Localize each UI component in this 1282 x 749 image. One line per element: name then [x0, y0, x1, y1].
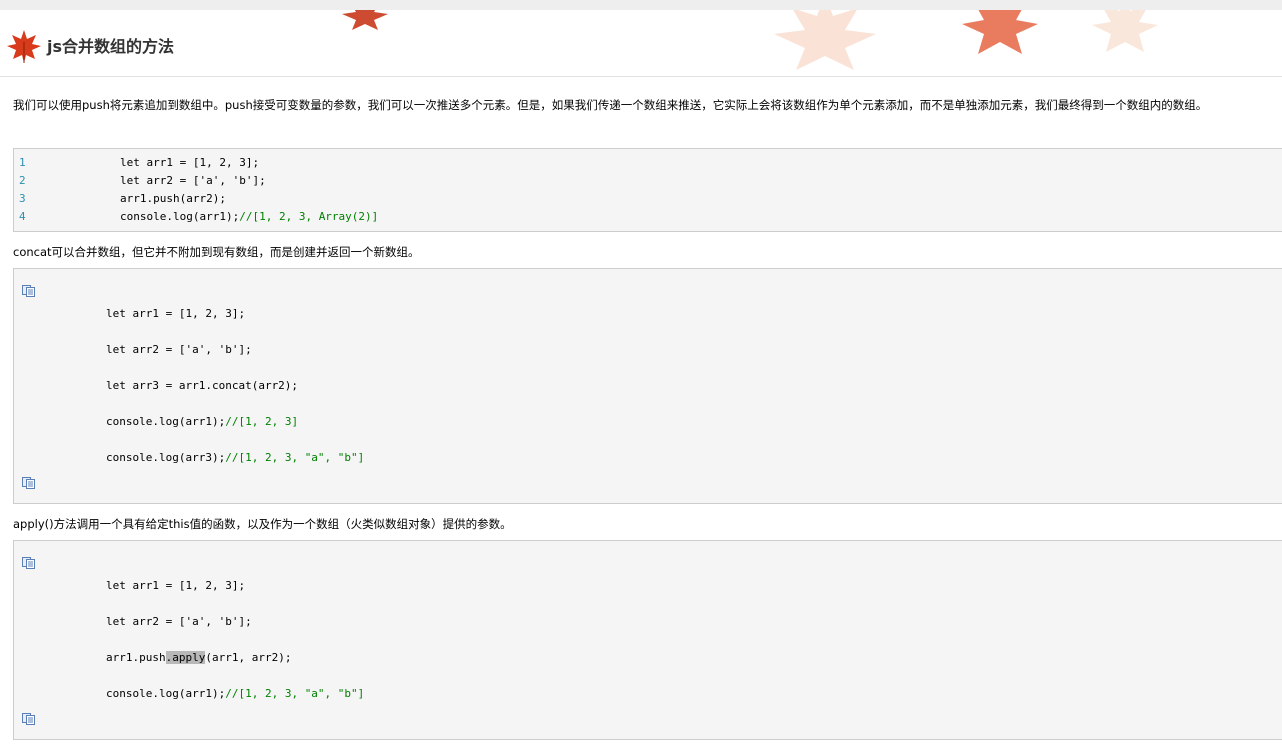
code-line: console.log(arr3);//[1, 2, 3, "a", "b"]: [106, 451, 365, 464]
maple-leaf-decoration-icon: [774, 10, 876, 70]
code-line: let arr1 = [1, 2, 3];: [106, 579, 246, 592]
code-line: console.log(arr1);//[1, 2, 3]: [106, 415, 299, 428]
copy-code-icon[interactable]: [22, 713, 36, 725]
copy-code-icon[interactable]: [22, 477, 36, 489]
code-block-apply[interactable]: let arr1 = [1, 2, 3]; let arr2 = ['a', '…: [13, 540, 1282, 740]
line-number: 3: [19, 192, 26, 205]
line-number: 1: [19, 156, 26, 169]
code-line: let arr3 = arr1.concat(arr2);: [106, 379, 299, 392]
top-bar: [0, 0, 1282, 10]
line-number: 2: [19, 174, 26, 187]
code-line: let arr2 = ['a', 'b'];: [120, 174, 266, 187]
maple-leaf-decoration-icon: [962, 10, 1038, 54]
apply-paragraph: apply()方法调用一个具有给定this值的函数，以及作为一个数组（火类似数组…: [13, 517, 512, 531]
article-header: js合并数组的方法: [0, 10, 1282, 77]
code-line: console.log(arr1);//[1, 2, 3, "a", "b"]: [106, 687, 365, 700]
copy-code-icon[interactable]: [22, 285, 36, 297]
intro-paragraph: 我们可以使用push将元素追加到数组中。push接受可变数量的参数，我们可以一次…: [13, 98, 1208, 112]
maple-leaf-decoration-icon: [1092, 10, 1158, 52]
code-comment: //[1, 2, 3]: [225, 415, 299, 428]
copy-code-icon[interactable]: [22, 557, 36, 569]
code-comment: //[1, 2, 3, "a", "b"]: [225, 451, 365, 464]
code-line: let arr1 = [1, 2, 3];: [106, 307, 246, 320]
code-line: arr1.push.apply(arr1, arr2);: [106, 651, 292, 664]
code-comment: //[1, 2, 3, Array(2)]: [239, 210, 379, 223]
code-line: let arr2 = ['a', 'b'];: [106, 615, 252, 628]
code-line: let arr1 = [1, 2, 3];: [120, 156, 260, 169]
code-line: arr1.push(arr2);: [120, 192, 226, 205]
code-block-concat[interactable]: let arr1 = [1, 2, 3]; let arr2 = ['a', '…: [13, 268, 1282, 504]
page-title: js合并数组的方法: [47, 37, 175, 56]
code-line: let arr2 = ['a', 'b'];: [106, 343, 252, 356]
code-block-push[interactable]: 1 2 3 4 let arr1 = [1, 2, 3]; let arr2 =…: [13, 148, 1282, 232]
maple-leaf-decoration-icon: [342, 10, 388, 30]
maple-leaf-icon: [7, 30, 41, 63]
code-comment: //[1, 2, 3, "a", "b"]: [225, 687, 365, 700]
line-number: 4: [19, 210, 26, 223]
code-line: console.log(arr1);//[1, 2, 3, Array(2)]: [120, 210, 379, 223]
selected-text-highlight: .apply: [165, 651, 206, 664]
concat-paragraph: concat可以合并数组，但它并不附加到现有数组，而是创建并返回一个新数组。: [13, 245, 420, 259]
